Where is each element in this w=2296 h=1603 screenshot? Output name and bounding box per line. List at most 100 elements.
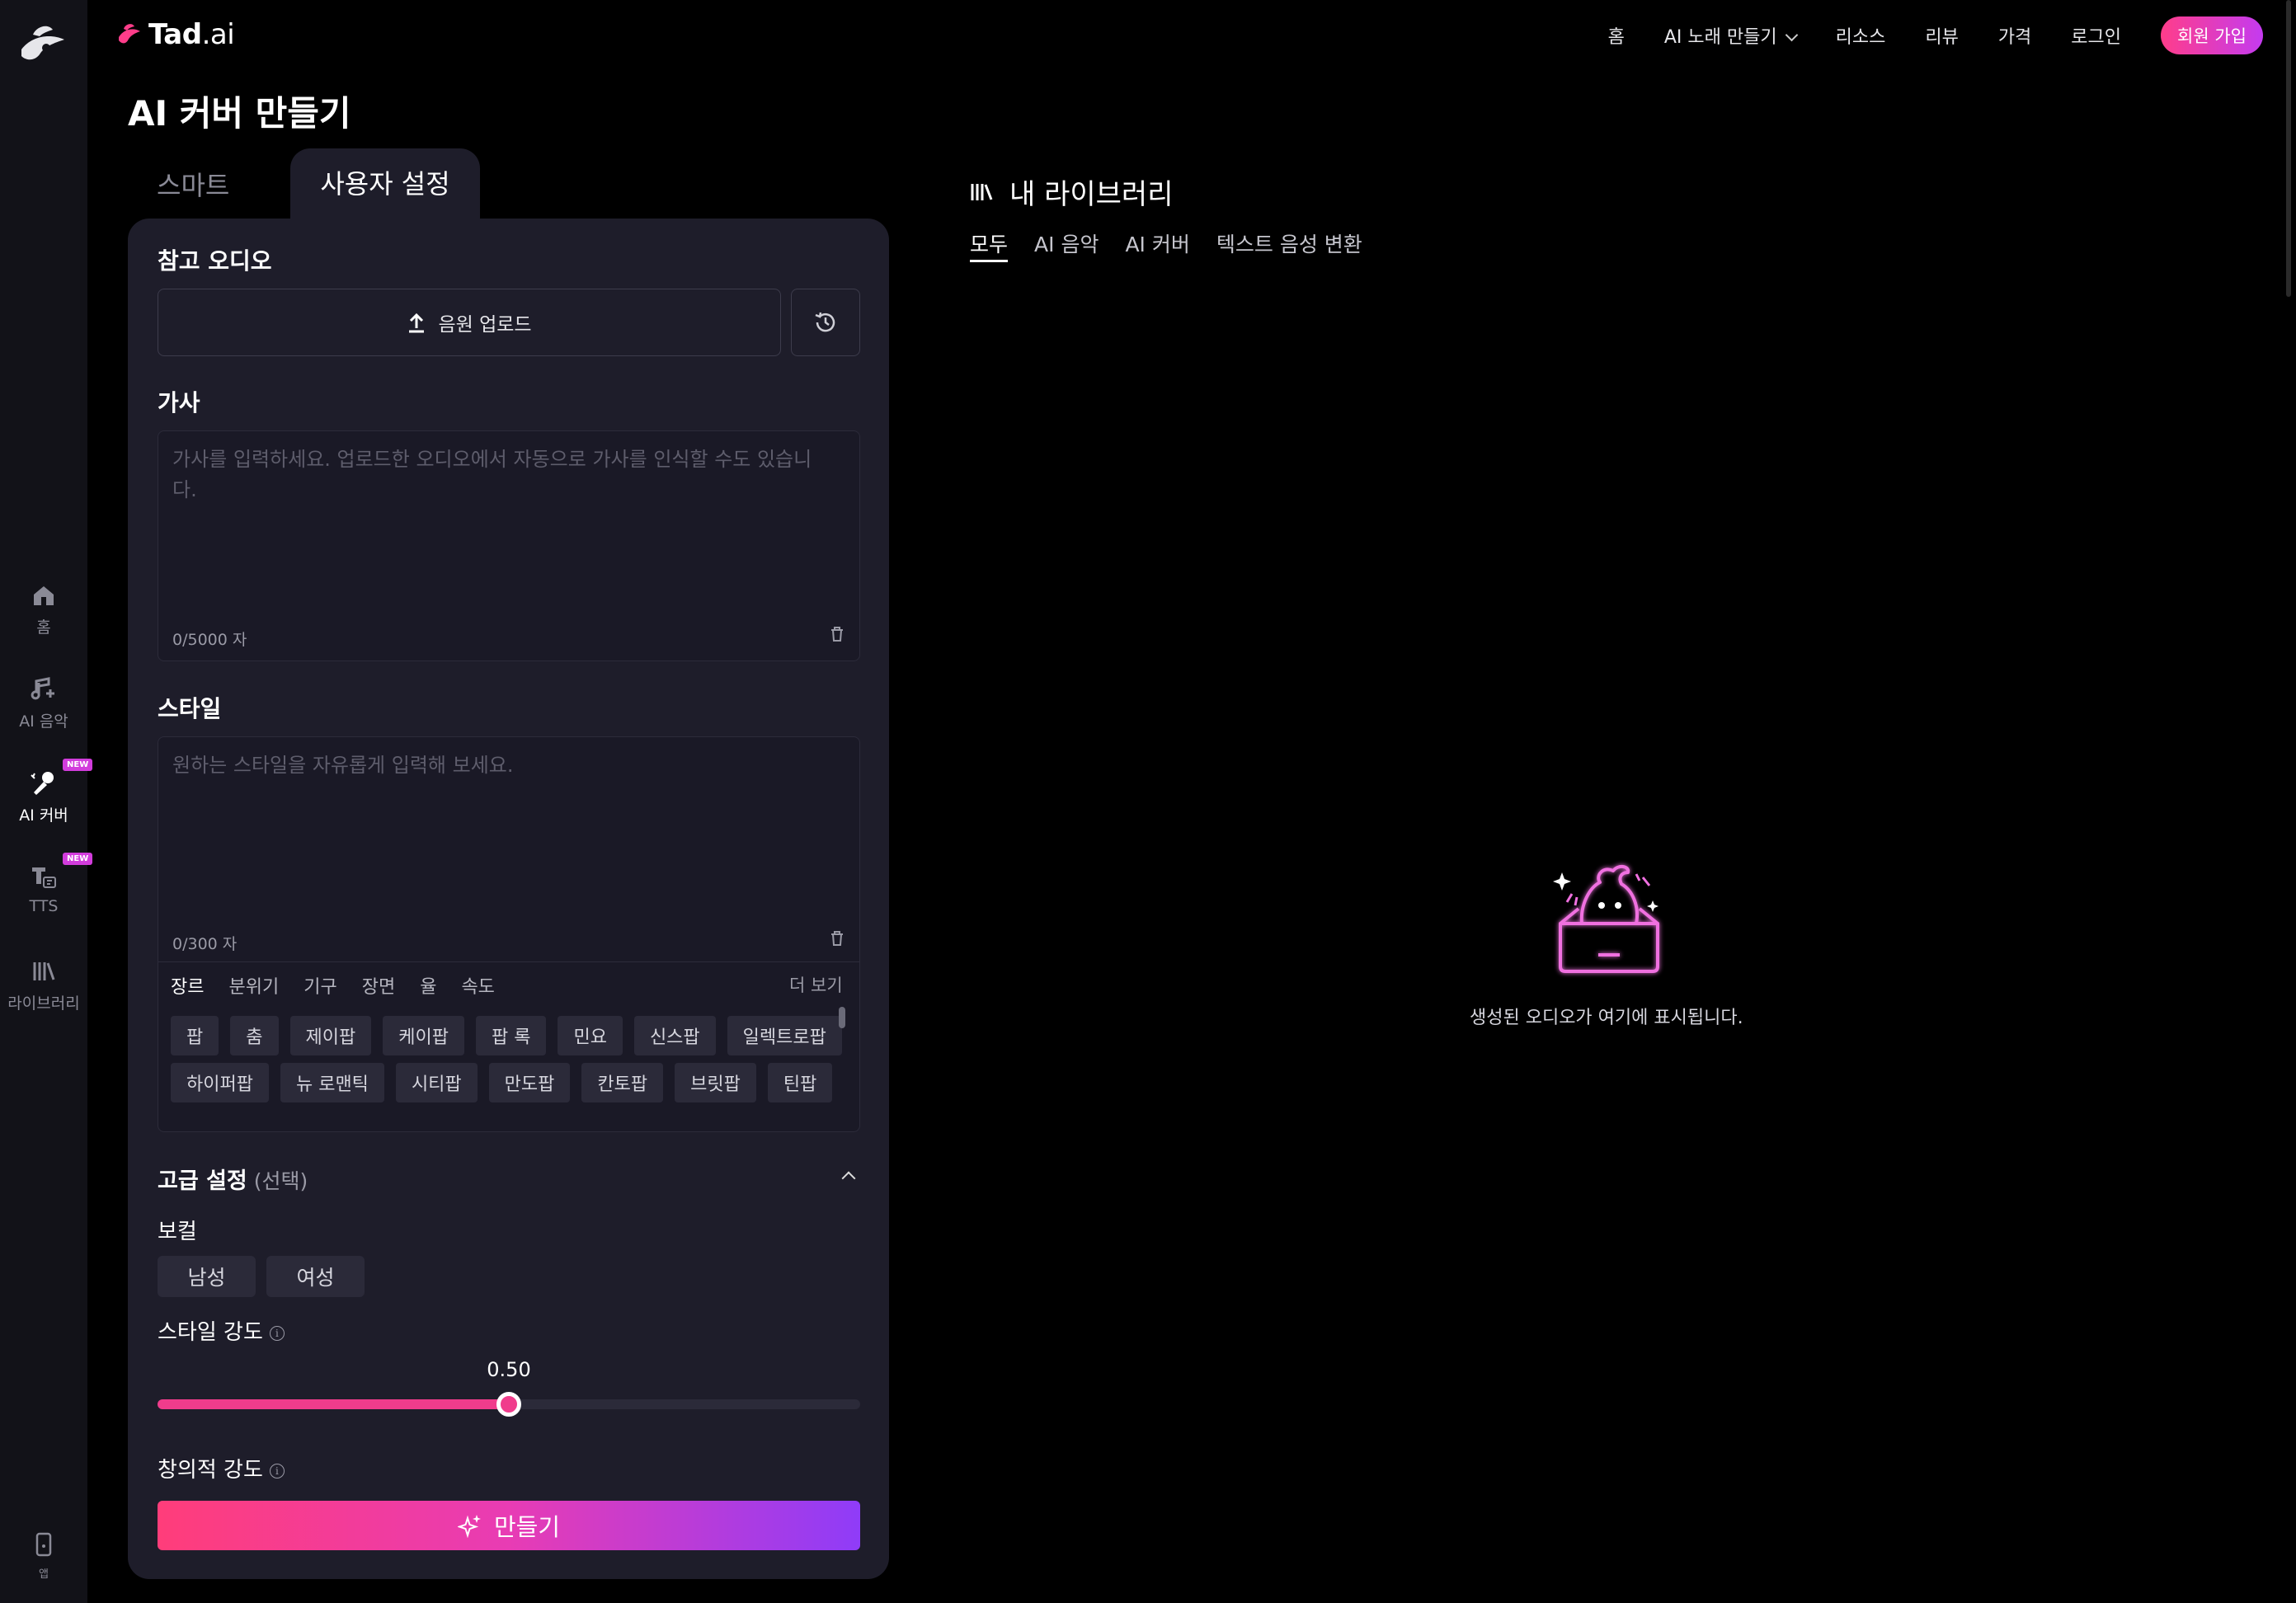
history-button[interactable]: [791, 289, 860, 356]
style-strength-slider[interactable]: [158, 1392, 860, 1417]
sidebar-item-label: 라이브러리: [7, 994, 80, 1013]
style-chip[interactable]: 틴팝: [767, 1063, 833, 1102]
style-chip[interactable]: 신스팝: [633, 1016, 716, 1055]
upload-label: 음원 업로드: [438, 314, 532, 336]
sidebar-item-ai-cover[interactable]: NEW AI 커버: [0, 759, 93, 825]
empty-box-icon: [1553, 865, 1659, 973]
style-tab-rhythm[interactable]: 율: [420, 972, 436, 999]
style-chip[interactable]: 만도팝: [488, 1063, 571, 1102]
new-badge: NEW: [63, 759, 93, 771]
lyrics-input[interactable]: 가사를 입력하세요. 업로드한 오디오에서 자동으로 가사를 인식할 수도 있습…: [158, 430, 860, 661]
lyrics-counter: 0/5000 자: [172, 631, 247, 649]
page-scrollbar[interactable]: [2286, 0, 2291, 297]
vocal-male-button[interactable]: 남성: [158, 1256, 256, 1297]
style-strength-label: 스타일 강도 i: [158, 1315, 285, 1346]
chips-scrollbar[interactable]: [839, 1007, 845, 1028]
create-button[interactable]: 만들기: [158, 1501, 860, 1550]
upload-audio-button[interactable]: 음원 업로드: [158, 289, 781, 356]
sidebar-item-app[interactable]: 앱: [0, 1532, 87, 1582]
page-title: AI 커버 만들기: [128, 93, 351, 134]
sidebar-app-label: 앱: [39, 1568, 49, 1581]
sidebar-item-label: TTS: [29, 897, 59, 915]
style-strength-text: 스타일 강도: [158, 1320, 263, 1345]
style-tab-scene[interactable]: 장면: [362, 972, 395, 999]
form-panel: 참고 오디오 음원 업로드 가사 가사를 입력하세요. 업로드한 오디오에서 자…: [128, 219, 889, 1579]
creativity-label: 창의적 강도 i: [158, 1453, 285, 1483]
style-counter: 0/300 자: [172, 935, 238, 953]
nav-ai-song-dropdown[interactable]: AI 노래 만들기: [1664, 22, 1796, 49]
top-nav: Tad .ai 홈 AI 노래 만들기 리소스 리뷰 가격 로그인 회원 가입: [87, 0, 2296, 69]
style-chip[interactable]: 칸토팝: [581, 1063, 664, 1102]
nav-login[interactable]: 로그인: [2071, 22, 2121, 49]
info-icon[interactable]: i: [269, 1325, 285, 1341]
style-chip[interactable]: 팝: [171, 1016, 219, 1055]
sidebar-item-library[interactable]: 라이브러리: [0, 958, 87, 1013]
tad-logo-icon: [119, 24, 140, 44]
library-tab-tts[interactable]: 텍스트 음성 변환: [1216, 228, 1362, 258]
tab-custom[interactable]: 사용자 설정: [290, 148, 480, 219]
more-link[interactable]: 더 보기: [789, 972, 843, 997]
phone-icon: [35, 1532, 52, 1557]
style-tab-instrument[interactable]: 기구: [303, 972, 336, 999]
style-chip[interactable]: 민요: [558, 1016, 623, 1055]
style-chip[interactable]: 하이퍼팝: [171, 1063, 269, 1102]
style-tab-tempo[interactable]: 속도: [461, 972, 494, 999]
style-tab-mood[interactable]: 분위기: [228, 972, 279, 999]
advanced-optional: (선택): [253, 1169, 308, 1193]
left-rail: 홈 AI 음악 NEW AI 커버 NEW TTS 라이브러리 앱: [0, 0, 93, 1603]
slider-thumb[interactable]: [496, 1392, 521, 1417]
style-chip[interactable]: 일렉트로팝: [727, 1016, 842, 1055]
advanced-label: 고급 설정: [158, 1168, 247, 1194]
style-chip[interactable]: 뉴 로맨틱: [280, 1063, 384, 1102]
library-icon: [33, 962, 55, 980]
library-tab-ai-cover[interactable]: AI 커버: [1125, 228, 1189, 258]
sidebar-item-home[interactable]: 홈: [0, 582, 87, 637]
style-placeholder: 원하는 스타일을 자유롭게 입력해 보세요.: [172, 754, 514, 777]
style-tab-genre[interactable]: 장르: [171, 972, 204, 999]
lyrics-placeholder: 가사를 입력하세요. 업로드한 오디오에서 자동으로 가사를 인식할 수도 있습…: [172, 448, 812, 501]
upload-icon: [409, 313, 425, 333]
style-chips-row-2: 하이퍼팝 뉴 로맨틱 시티팝 만도팝 칸토팝 브릿팝 틴팝: [171, 1063, 833, 1102]
microphone-icon: [31, 772, 54, 795]
library-tab-ai-music[interactable]: AI 음악: [1034, 228, 1099, 258]
trash-icon[interactable]: [830, 626, 845, 642]
sidebar-item-label: AI 커버: [19, 806, 68, 825]
music-note-icon: [31, 677, 54, 700]
style-chip[interactable]: 브릿팝: [675, 1063, 756, 1102]
chevron-up-icon[interactable]: [841, 1171, 856, 1186]
style-chip[interactable]: 케이팝: [383, 1016, 464, 1055]
empty-state-text: 생성된 오디오가 여기에 표시됩니다.: [1470, 1008, 1743, 1028]
library-title: 내 라이브러리: [970, 172, 1174, 212]
nav-links: 홈 AI 노래 만들기 리소스 리뷰 가격 로그인 회원 가입: [1569, 16, 2263, 54]
nav-pricing[interactable]: 가격: [1998, 22, 2031, 49]
signup-button[interactable]: 회원 가입: [2161, 16, 2263, 54]
style-chip[interactable]: 팝 록: [475, 1016, 547, 1055]
library-tab-underline: [970, 260, 1008, 262]
info-icon[interactable]: i: [269, 1463, 285, 1478]
advanced-settings-toggle[interactable]: 고급 설정 (선택): [158, 1163, 308, 1195]
create-label: 만들기: [493, 1513, 561, 1541]
style-category-tabs: 장르 분위기 기구 장면 율 속도: [171, 972, 520, 999]
nav-resources[interactable]: 리소스: [1836, 22, 1886, 49]
nav-home[interactable]: 홈: [1608, 22, 1625, 49]
style-chip[interactable]: 춤: [230, 1016, 279, 1055]
divider: [158, 961, 859, 962]
sparkle-icon: [457, 1515, 481, 1538]
sidebar-item-ai-music[interactable]: AI 음악: [0, 676, 87, 731]
vocal-female-button[interactable]: 여성: [266, 1256, 365, 1297]
trash-icon[interactable]: [830, 930, 845, 947]
brand-suffix: .ai: [201, 18, 235, 51]
reference-audio-label: 참고 오디오: [158, 247, 272, 275]
style-chip[interactable]: 시티팝: [395, 1063, 478, 1102]
style-chip[interactable]: 제이팝: [289, 1016, 372, 1055]
rail-logo-icon[interactable]: [15, 18, 73, 69]
brand-logo[interactable]: Tad .ai: [115, 15, 235, 54]
nav-reviews[interactable]: 리뷰: [1925, 22, 1958, 49]
tab-smart[interactable]: 스마트: [157, 165, 229, 203]
library-title-text: 내 라이브러리: [1009, 178, 1174, 211]
sidebar-item-tts[interactable]: NEW TTS: [0, 853, 93, 915]
library-tabs: 모두 AI 음악 AI 커버 텍스트 음성 변환: [970, 228, 1389, 258]
library-tab-all[interactable]: 모두: [970, 228, 1008, 258]
style-strength-value: 0.50: [487, 1358, 531, 1381]
home-icon: [34, 586, 54, 605]
